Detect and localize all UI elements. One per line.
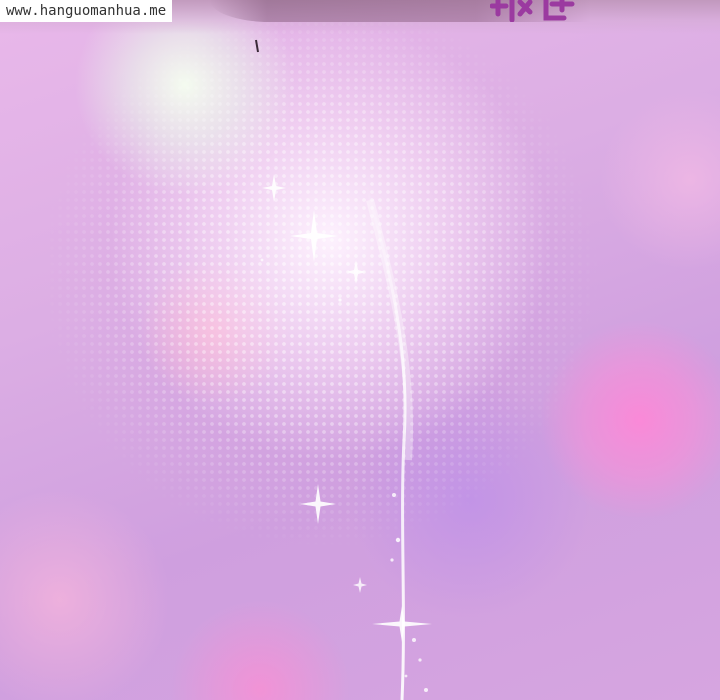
site-watermark: www.hanguomanhua.me [0, 0, 173, 22]
sparkle-icon [290, 210, 338, 262]
sparkle-icon [262, 174, 286, 202]
sparkle-icon [372, 606, 432, 642]
sparkle-icon [353, 577, 367, 593]
comic-panel: www.hanguomanhua.me [0, 0, 720, 700]
sparkle-layer [255, 39, 432, 692]
sparkle-icon [346, 260, 366, 284]
sparkle-icon [300, 484, 336, 524]
